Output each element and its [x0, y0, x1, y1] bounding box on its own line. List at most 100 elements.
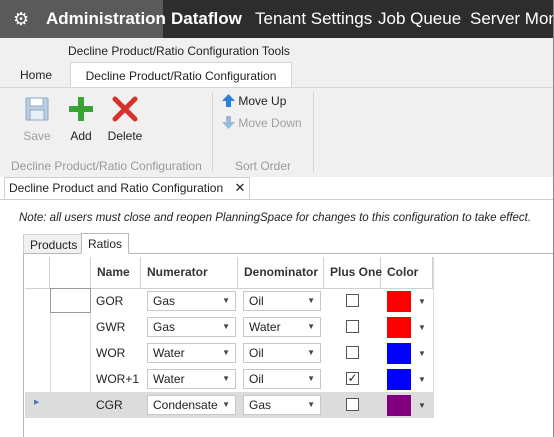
chevron-down-icon[interactable]: ▼	[418, 349, 426, 358]
grid-header-select	[50, 257, 91, 289]
grid-header-numerator[interactable]: Numerator	[141, 257, 238, 289]
ratio-name[interactable]: CGR	[96, 392, 123, 418]
ribbon-panel: Save Add Delete Decline Product/Ratio Co…	[0, 88, 554, 178]
move-down-button[interactable]: Move Down	[222, 116, 302, 130]
checkmark-icon: ✓	[347, 371, 358, 385]
ratio-name[interactable]: GWR	[96, 314, 125, 340]
plus-one-checkbox[interactable]	[346, 294, 359, 307]
chevron-down-icon: ▼	[307, 296, 315, 305]
context-tools-title: Decline Product/Ratio Configuration Tool…	[68, 44, 290, 58]
numerator-value: Condensate	[153, 398, 218, 412]
numerator-select[interactable]: Gas ▼	[147, 317, 236, 337]
denominator-value: Oil	[249, 372, 264, 386]
denominator-select[interactable]: Oil ▼	[243, 369, 321, 389]
numerator-value: Water	[153, 346, 185, 360]
row-select-cell[interactable]	[50, 288, 91, 313]
denominator-select[interactable]: Water ▼	[243, 317, 321, 337]
numerator-value: Gas	[153, 320, 176, 334]
numerator-value: Gas	[153, 294, 176, 308]
chevron-down-icon[interactable]: ▼	[418, 323, 426, 332]
ratio-name[interactable]: WOR+1	[96, 366, 139, 392]
gear-icon: ⚙	[13, 9, 30, 29]
numerator-select[interactable]: Gas ▼	[147, 291, 236, 311]
tab-ratios[interactable]: Ratios	[81, 233, 130, 254]
nav-tab-dataflow[interactable]: Dataflow	[171, 0, 242, 38]
move-up-label: Move Up	[238, 94, 287, 108]
move-up-button[interactable]: Move Up	[222, 94, 286, 108]
grid-header-indicator	[25, 257, 50, 289]
plus-one-checkbox[interactable]: ✓	[346, 372, 359, 385]
save-button[interactable]: Save	[22, 96, 52, 143]
delete-label: Delete	[107, 129, 143, 143]
ribbon-separator	[212, 92, 213, 172]
nav-tab-tenant-settings[interactable]: Tenant Settings	[255, 0, 372, 38]
color-swatch[interactable]	[387, 317, 411, 338]
current-row-marker-icon: ▶	[34, 399, 40, 406]
denominator-select[interactable]: Gas ▼	[243, 395, 321, 415]
grid-header-denominator[interactable]: Denominator	[238, 257, 324, 289]
ribbon-separator	[313, 92, 314, 172]
close-icon[interactable]: ✕	[234, 180, 245, 195]
plus-one-checkbox[interactable]	[346, 398, 359, 411]
arrow-down-icon	[222, 116, 235, 129]
color-swatch[interactable]	[387, 343, 411, 364]
color-swatch[interactable]	[387, 291, 411, 312]
denominator-value: Gas	[249, 398, 272, 412]
grid-header-plus-one[interactable]: Plus One	[324, 257, 382, 289]
chevron-down-icon: ▼	[222, 374, 230, 383]
ribbon-tab-decline-config[interactable]: Decline Product/Ratio Configuration	[70, 62, 292, 87]
nav-tab-job-queue[interactable]: Job Queue	[378, 0, 461, 38]
denominator-select[interactable]: Oil ▼	[243, 291, 321, 311]
grid-line	[433, 257, 434, 418]
nav-tab-administration[interactable]: ⚙ Administration	[0, 0, 166, 38]
nav-tab-administration-label: Administration	[46, 9, 166, 28]
numerator-select[interactable]: Water ▼	[147, 369, 236, 389]
table-row[interactable]: GWR Gas ▼ Water ▼ ▼	[25, 314, 434, 340]
numerator-select[interactable]: Water ▼	[147, 343, 236, 363]
ribbon-tab-bar: Home Decline Product/Ratio Configuration	[0, 62, 554, 88]
delete-button[interactable]: Delete	[105, 96, 145, 143]
chevron-down-icon: ▼	[222, 348, 230, 357]
chevron-down-icon[interactable]: ▼	[418, 401, 426, 410]
ribbon-group-label-sort: Sort Order	[235, 159, 292, 173]
ratio-name[interactable]: GOR	[96, 288, 123, 314]
color-swatch[interactable]	[387, 395, 411, 416]
plus-icon	[69, 97, 93, 121]
grid-header-color[interactable]: Color	[381, 257, 433, 289]
chevron-down-icon[interactable]: ▼	[418, 297, 426, 306]
chevron-down-icon: ▼	[307, 374, 315, 383]
top-nav-bar: ⚙ Administration Dataflow Tenant Setting…	[0, 0, 554, 38]
chevron-down-icon: ▼	[222, 296, 230, 305]
denominator-value: Water	[249, 320, 281, 334]
table-row[interactable]: WOR+1 Water ▼ Oil ▼ ✓ ▼	[25, 366, 434, 392]
tab-products[interactable]: Products	[23, 234, 85, 254]
denominator-value: Oil	[249, 294, 264, 308]
chevron-down-icon: ▼	[307, 400, 315, 409]
delete-x-icon	[112, 96, 138, 122]
numerator-select[interactable]: Condensate ▼	[147, 395, 236, 415]
ratio-name[interactable]: WOR	[96, 340, 125, 366]
denominator-select[interactable]: Oil ▼	[243, 343, 321, 363]
plus-one-checkbox[interactable]	[346, 320, 359, 333]
add-label: Add	[70, 129, 92, 143]
table-row[interactable]: CGR Condensate ▼ Gas ▼ ▼	[25, 392, 434, 418]
numerator-value: Water	[153, 372, 185, 386]
chevron-down-icon: ▼	[222, 400, 230, 409]
add-button[interactable]: Add	[66, 96, 96, 143]
plus-one-checkbox[interactable]	[346, 346, 359, 359]
document-tab-label: Decline Product and Ratio Configuration	[9, 181, 224, 195]
save-icon	[25, 97, 49, 121]
color-swatch[interactable]	[387, 369, 411, 390]
document-tab[interactable]: Decline Product and Ratio Configuration …	[4, 177, 251, 199]
chevron-down-icon: ▼	[222, 322, 230, 331]
save-label: Save	[23, 129, 51, 143]
arrow-up-icon	[222, 94, 235, 107]
move-down-label: Move Down	[238, 116, 302, 130]
chevron-down-icon: ▼	[307, 322, 315, 331]
nav-tab-server-monitor[interactable]: Server Mon	[470, 0, 554, 38]
table-row[interactable]: WOR Water ▼ Oil ▼ ▼	[25, 340, 434, 366]
chevron-down-icon[interactable]: ▼	[418, 375, 426, 384]
grid-header-name[interactable]: Name	[91, 257, 141, 289]
ribbon-tab-home[interactable]: Home	[20, 62, 52, 87]
config-note: Note: all users must close and reopen Pl…	[19, 212, 532, 224]
